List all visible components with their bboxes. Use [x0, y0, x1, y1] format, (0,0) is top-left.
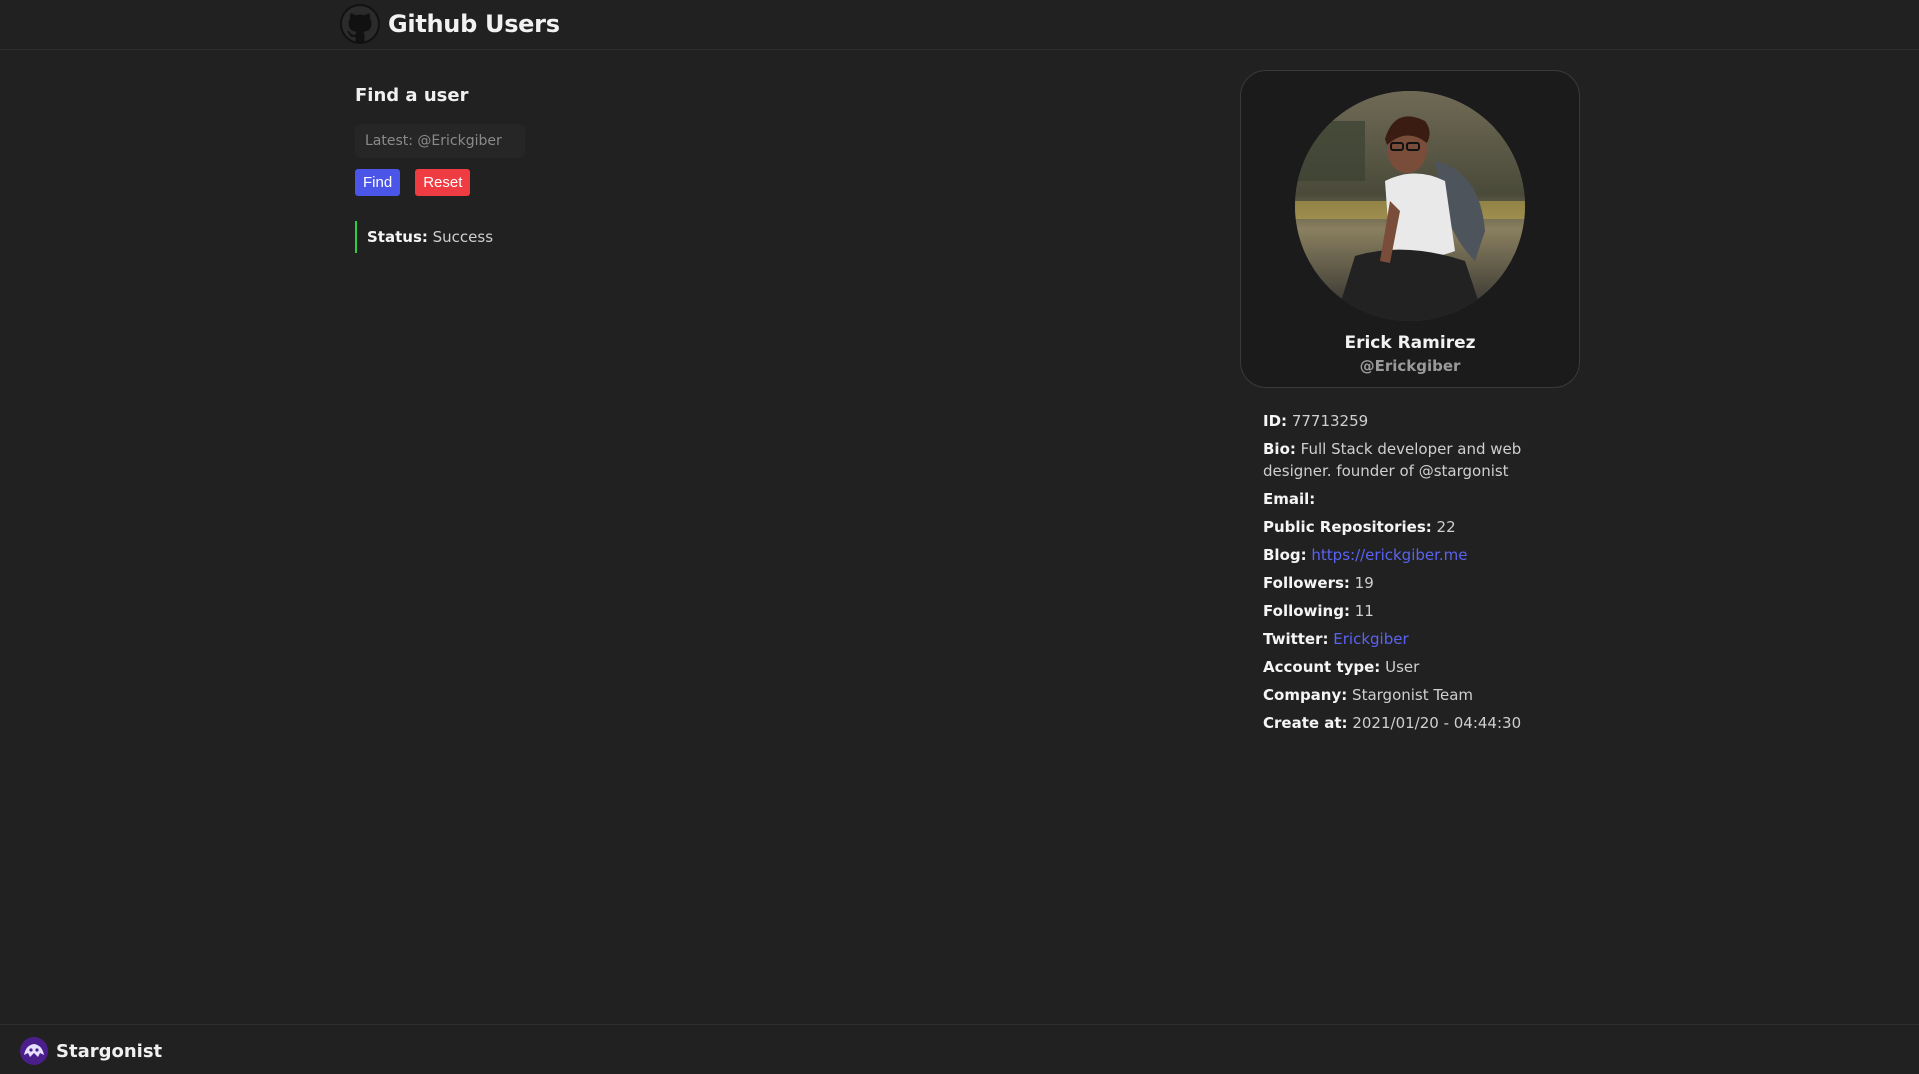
footer-brand[interactable]: Stargonist — [20, 1037, 162, 1065]
profile-details: ID: 77713259 Bio: Full Stack developer a… — [1263, 410, 1573, 740]
app-brand[interactable]: Github Users — [340, 2, 560, 46]
detail-label: Following: — [1263, 602, 1350, 620]
detail-twitter: Twitter: Erickgiber — [1263, 628, 1573, 650]
detail-label: Bio: — [1263, 440, 1296, 458]
detail-repos: Public Repositories: 22 — [1263, 516, 1573, 538]
detail-label: ID: — [1263, 412, 1288, 430]
finder-heading: Find a user — [355, 85, 469, 106]
detail-label: Company: — [1263, 686, 1348, 704]
detail-value: 77713259 — [1291, 412, 1369, 430]
detail-value: 19 — [1354, 574, 1374, 592]
find-button[interactable]: Find — [355, 169, 401, 196]
detail-label: Twitter: — [1263, 630, 1329, 648]
footer-brand-name: Stargonist — [56, 1040, 163, 1062]
detail-email: Email: — [1263, 488, 1573, 510]
detail-value: Stargonist Team — [1352, 686, 1474, 704]
status-value: Success — [432, 228, 494, 246]
detail-value: Full Stack developer and web designer. f… — [1263, 440, 1522, 480]
profile-card: Erick Ramirez @Erickgiber — [1240, 70, 1580, 388]
detail-label: Account type: — [1263, 658, 1381, 676]
detail-id: ID: 77713259 — [1263, 410, 1573, 432]
status-indicator: Status: Success — [355, 221, 755, 253]
detail-value: 2021/01/20 - 04:44:30 — [1352, 714, 1522, 732]
finder-actions: Find Reset — [355, 169, 755, 196]
detail-label: Create at: — [1263, 714, 1348, 732]
top-header: Github Users — [0, 0, 1919, 50]
twitter-link[interactable]: Erickgiber — [1333, 630, 1408, 648]
detail-created: Create at: 2021/01/20 - 04:44:30 — [1263, 712, 1573, 734]
detail-blog: Blog: https://erickgiber.me — [1263, 544, 1573, 566]
github-octocat-icon — [340, 4, 380, 44]
detail-company: Company: Stargonist Team — [1263, 684, 1573, 706]
detail-followers: Followers: 19 — [1263, 572, 1573, 594]
footer: Stargonist — [0, 1024, 1919, 1074]
profile-login: @Erickgiber — [1359, 357, 1461, 375]
username-search-input[interactable] — [355, 124, 525, 158]
detail-label: Blog: — [1263, 546, 1307, 564]
detail-label: Followers: — [1263, 574, 1350, 592]
profile-name: Erick Ramirez — [1344, 333, 1476, 353]
detail-following: Following: 11 — [1263, 600, 1573, 622]
status-label: Status: — [367, 228, 428, 246]
avatar — [1295, 91, 1525, 321]
reset-button[interactable]: Reset — [415, 169, 471, 196]
detail-label: Email: — [1263, 490, 1316, 508]
user-finder-panel: Find a user Find Reset Status: Success — [355, 84, 755, 253]
blog-link[interactable]: https://erickgiber.me — [1311, 546, 1467, 564]
detail-bio: Bio: Full Stack developer and web design… — [1263, 438, 1573, 482]
detail-account-type: Account type: User — [1263, 656, 1573, 678]
detail-value: 11 — [1354, 602, 1374, 620]
app-title: Github Users — [388, 10, 560, 38]
detail-value: 22 — [1436, 518, 1456, 536]
detail-label: Public Repositories: — [1263, 518, 1432, 536]
detail-value: User — [1385, 658, 1420, 676]
stargonist-logo-icon — [20, 1037, 48, 1065]
